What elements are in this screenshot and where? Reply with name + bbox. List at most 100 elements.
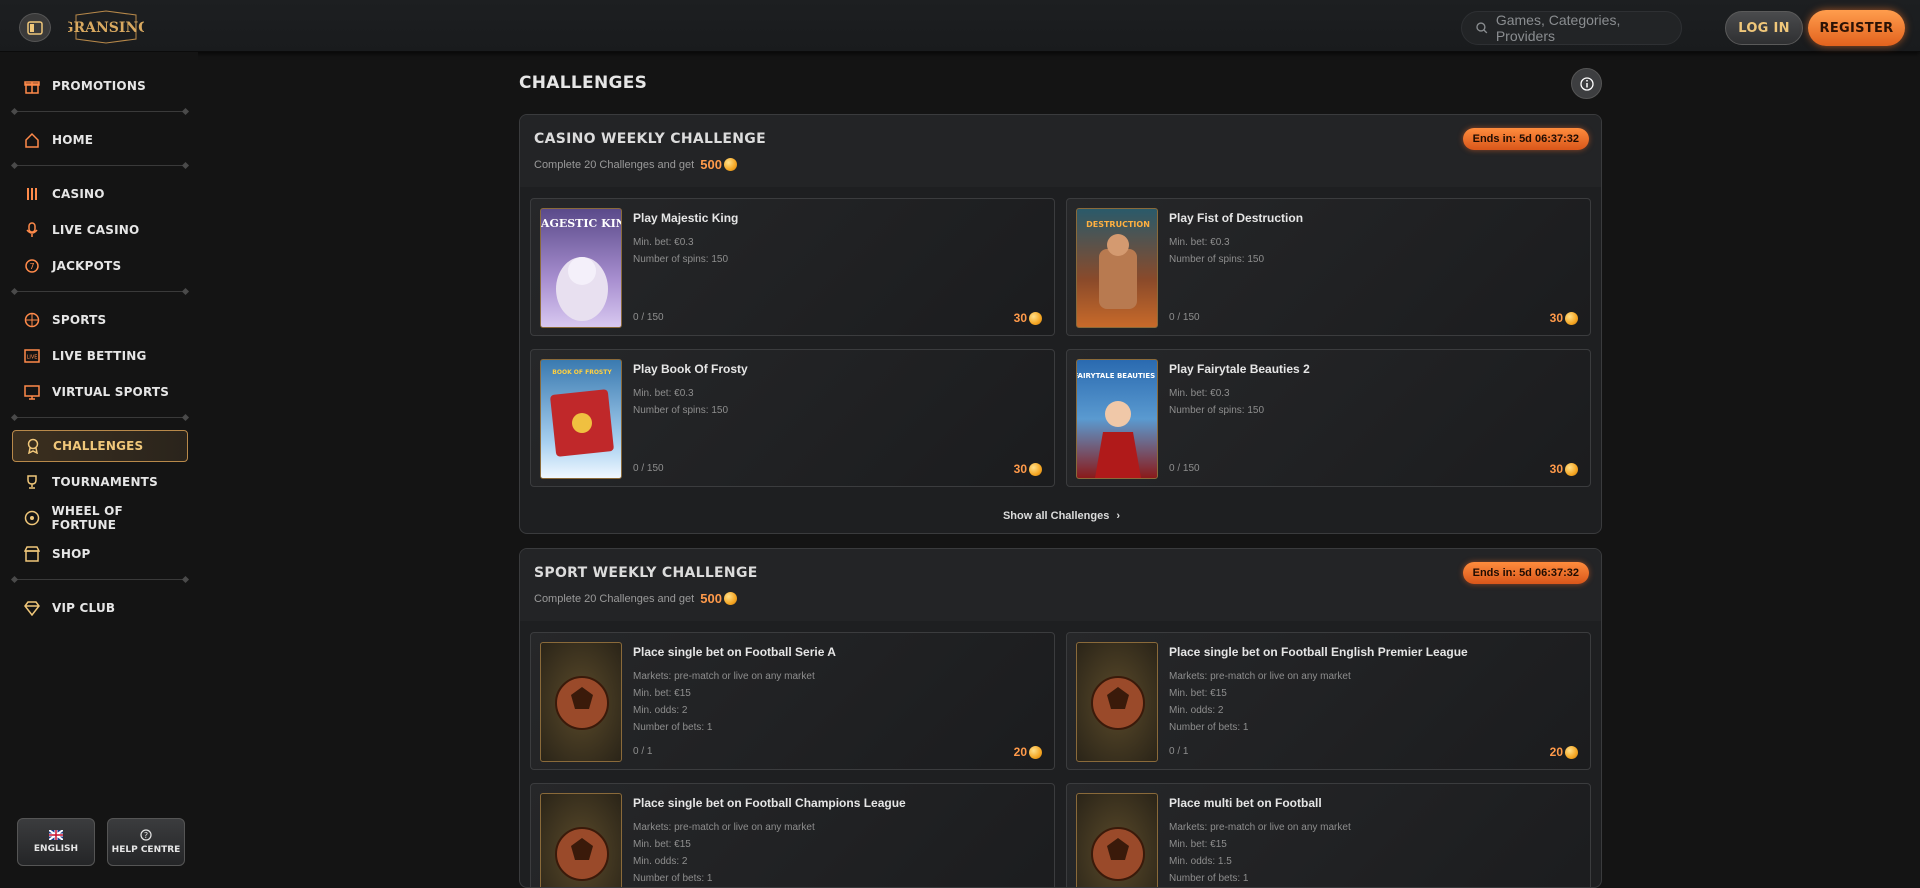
football-thumbnail: [1076, 793, 1158, 887]
challenge-card[interactable]: Place single bet on Football Champions L…: [530, 783, 1055, 887]
sidebar-toggle-button[interactable]: [19, 13, 51, 42]
challenge-progress: 0 / 150: [633, 312, 664, 323]
search-icon: [1476, 22, 1488, 34]
challenge-card[interactable]: BOOK OF FROSTY Play Book Of Frosty Min. …: [530, 349, 1055, 487]
live-icon: LIVE: [22, 346, 42, 366]
sidebar-item-live-casino[interactable]: LIVE CASINO: [12, 214, 188, 246]
casino-icon: [22, 184, 42, 204]
chevron-right-icon: ›: [1116, 510, 1121, 522]
sidebar-item-virtual-sports[interactable]: VIRTUAL SPORTS: [12, 376, 188, 408]
coin-icon: [1565, 462, 1578, 476]
challenge-card[interactable]: Place single bet on Football Serie A Mar…: [530, 632, 1055, 770]
top-header: GRANSINO Games, Categories, Providers LO…: [0, 0, 1920, 52]
home-icon: [22, 130, 42, 150]
challenge-title: Place multi bet on Football: [1169, 796, 1322, 810]
football-thumbnail: [540, 642, 622, 762]
challenge-reward: 30: [1014, 462, 1042, 476]
reward-amount: 500: [700, 591, 722, 606]
language-button[interactable]: ENGLISH: [17, 818, 95, 866]
register-button[interactable]: REGISTER: [1808, 10, 1905, 46]
microphone-icon: [22, 220, 42, 240]
challenge-card[interactable]: MAGESTIC KING Play Majestic King Min. be…: [530, 198, 1055, 336]
challenge-reward: 20: [1014, 745, 1042, 759]
reward-amount: 500: [700, 157, 722, 172]
sidebar-item-casino[interactable]: CASINO: [12, 178, 188, 210]
sidebar-item-shop[interactable]: SHOP: [12, 538, 188, 570]
svg-text:LIVE: LIVE: [27, 355, 38, 361]
sidebar-item-tournaments[interactable]: TOURNAMENTS: [12, 466, 188, 498]
panel-header: SPORT WEEKLY CHALLENGE Complete 20 Chall…: [520, 549, 1601, 621]
svg-text:MAGESTIC KING: MAGESTIC KING: [541, 217, 622, 230]
ends-in-badge: Ends in: 5d 06:37:32: [1462, 128, 1589, 150]
sidebar: PROMOTIONS HOME CASINO LIVE CASINO 7 JAC…: [0, 52, 198, 883]
challenge-reward: 30: [1550, 311, 1578, 325]
challenge-reward: 30: [1014, 311, 1042, 325]
help-centre-button[interactable]: ? HELP CENTRE: [107, 818, 185, 866]
football-thumbnail: [1076, 642, 1158, 762]
info-icon: [1579, 76, 1594, 91]
divider: [12, 579, 188, 580]
challenge-reward: 30: [1550, 462, 1578, 476]
sidebar-item-vip-club[interactable]: VIP CLUB: [12, 592, 188, 624]
panel-header: CASINO WEEKLY CHALLENGE Complete 20 Chal…: [520, 115, 1601, 187]
coin-icon: [723, 158, 737, 171]
panel-subtitle: Complete 20 Challenges and get 500: [534, 157, 737, 172]
football-icon: [1091, 827, 1145, 881]
sidebar-item-live-betting[interactable]: LIVE LIVE BETTING: [12, 340, 188, 372]
challenge-progress: 0 / 150: [1169, 312, 1200, 323]
page-title: CHALLENGES: [519, 73, 648, 93]
diamond-icon: [22, 598, 42, 618]
challenge-card[interactable]: Place single bet on Football English Pre…: [1066, 632, 1591, 770]
jackpot-icon: 7: [22, 256, 42, 276]
sidebar-item-jackpots[interactable]: 7 JACKPOTS: [12, 250, 188, 282]
show-all-challenges-link[interactable]: Show all Challenges ›: [520, 510, 1601, 522]
challenge-title: Play Book Of Frosty: [633, 362, 748, 376]
sidebar-item-home[interactable]: HOME: [12, 124, 188, 156]
coin-icon: [1565, 311, 1578, 325]
challenge-title: Play Majestic King: [633, 211, 739, 225]
challenge-title: Place single bet on Football English Pre…: [1169, 645, 1468, 659]
coin-icon: [1565, 745, 1578, 759]
challenge-card[interactable]: DESTRUCTION Play Fist of Destruction Min…: [1066, 198, 1591, 336]
wheel-icon: [22, 508, 41, 528]
search-placeholder: Games, Categories, Providers: [1495, 12, 1621, 44]
divider: [12, 111, 188, 112]
divider: [12, 291, 188, 292]
divider: [12, 165, 188, 166]
divider: [12, 417, 188, 418]
challenge-progress: 0 / 150: [1169, 463, 1200, 474]
ball-icon: [22, 310, 42, 330]
challenge-progress: 0 / 150: [633, 463, 664, 474]
svg-text:?: ?: [144, 831, 148, 840]
sidebar-item-sports[interactable]: SPORTS: [12, 304, 188, 336]
challenge-card[interactable]: FAIRYTALE BEAUTIES 2 Play Fairytale Beau…: [1066, 349, 1591, 487]
info-button[interactable]: [1571, 68, 1602, 99]
svg-text:FAIRYTALE BEAUTIES 2: FAIRYTALE BEAUTIES 2: [1077, 372, 1158, 380]
search-input[interactable]: Games, Categories, Providers: [1461, 11, 1682, 45]
challenge-title: Place single bet on Football Champions L…: [633, 796, 906, 810]
panel-title: SPORT WEEKLY CHALLENGE: [534, 565, 758, 581]
challenge-card[interactable]: Place multi bet on Football Markets: pre…: [1066, 783, 1591, 887]
coin-icon: [1029, 311, 1042, 325]
game-thumbnail: FAIRYTALE BEAUTIES 2: [1076, 359, 1158, 479]
sidebar-item-challenges[interactable]: CHALLENGES: [12, 430, 188, 462]
trophy-icon: [22, 472, 42, 492]
football-icon: [555, 827, 609, 881]
football-thumbnail: [540, 793, 622, 887]
game-thumbnail: BOOK OF FROSTY: [540, 359, 622, 479]
casino-weekly-challenge-panel: CASINO WEEKLY CHALLENGE Complete 20 Chal…: [519, 114, 1602, 534]
challenge-title: Play Fairytale Beauties 2: [1169, 362, 1310, 376]
logo[interactable]: GRANSINO: [62, 9, 150, 45]
panel-title: CASINO WEEKLY CHALLENGE: [534, 131, 766, 147]
monitor-icon: [22, 382, 42, 402]
help-icon: ?: [140, 829, 152, 841]
svg-text:GRANSINO: GRANSINO: [68, 20, 144, 36]
sidebar-item-wheel-of-fortune[interactable]: WHEEL OF FORTUNE: [12, 502, 188, 534]
coin-icon: [1029, 745, 1042, 759]
login-button[interactable]: LOG IN: [1725, 11, 1803, 45]
sidebar-item-promotions[interactable]: PROMOTIONS: [12, 70, 188, 102]
panel-subtitle: Complete 20 Challenges and get 500: [534, 591, 737, 606]
challenge-reward: 20: [1550, 745, 1578, 759]
shop-icon: [22, 544, 42, 564]
svg-text:BOOK OF FROSTY: BOOK OF FROSTY: [552, 369, 612, 376]
